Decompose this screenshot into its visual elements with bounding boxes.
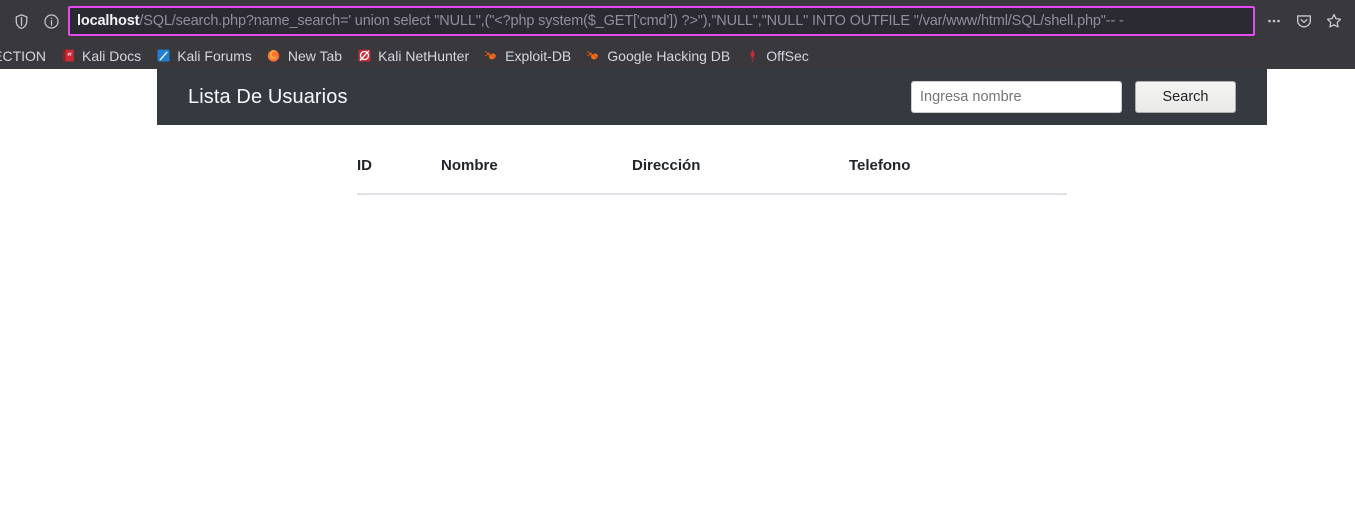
search-input[interactable] <box>911 81 1122 113</box>
shield-icon[interactable] <box>6 6 36 36</box>
column-header-id: ID <box>357 157 441 195</box>
bookmark-label: Exploit-DB <box>505 47 572 64</box>
bookmark-kali-docs[interactable]: Kali Docs <box>53 46 148 66</box>
app-navbar: Lista De Usuarios Search <box>157 69 1267 125</box>
kali-forums-icon <box>155 48 171 64</box>
exploit-db-bug-icon <box>483 48 499 64</box>
kali-docs-book-icon <box>60 48 76 64</box>
bookmark-exploit-db[interactable]: Exploit-DB <box>476 46 578 66</box>
ellipsis-icon[interactable] <box>1259 6 1289 36</box>
firefox-icon <box>266 48 282 64</box>
table-header-row: ID Nombre Dirección Telefono <box>357 157 1067 195</box>
bookmark-google-hacking-db[interactable]: Google Hacking DB <box>578 46 737 66</box>
bookmark-label: Kali Docs <box>82 47 142 64</box>
bookmark-offsec[interactable]: OffSec <box>737 46 816 66</box>
search-form: Search <box>911 81 1236 113</box>
browser-nav-toolbar: localhost/SQL/search.php?name_search=' u… <box>0 0 1355 42</box>
bookmark-label: New Tab <box>287 47 343 64</box>
info-circle-icon[interactable] <box>36 6 66 36</box>
url-bar[interactable]: localhost/SQL/search.php?name_search=' u… <box>68 6 1255 36</box>
users-table: ID Nombre Dirección Telefono <box>357 157 1067 195</box>
url-host: localhost <box>77 13 140 29</box>
bookmarks-toolbar: L INJECTION Kali Docs Kali Forums <box>0 42 1355 69</box>
offsec-dragon-icon <box>744 48 760 64</box>
browser-chrome: localhost/SQL/search.php?name_search=' u… <box>0 0 1355 69</box>
url-text: localhost/SQL/search.php?name_search=' u… <box>70 13 1124 29</box>
bookmark-kali-forums[interactable]: Kali Forums <box>148 46 259 66</box>
page-content: Lista De Usuarios Search ID Nombre Direc… <box>0 69 1355 514</box>
bookmark-label: Kali NetHunter <box>378 47 470 64</box>
bookmark-label: OffSec <box>766 47 809 64</box>
bookmark-label: Google Hacking DB <box>607 47 731 64</box>
kali-nethunter-icon <box>356 48 372 64</box>
bookmark-label: L INJECTION <box>0 47 47 64</box>
page-title: Lista De Usuarios <box>188 85 348 108</box>
bookmark-new-tab[interactable]: New Tab <box>259 46 349 66</box>
column-header-telefono: Telefono <box>849 157 1067 195</box>
star-icon[interactable] <box>1319 6 1349 36</box>
bookmark-label: Kali Forums <box>177 47 252 64</box>
exploit-db-bug-icon <box>585 48 601 64</box>
column-header-nombre: Nombre <box>441 157 632 195</box>
column-header-direccion: Dirección <box>632 157 849 195</box>
search-button[interactable]: Search <box>1135 81 1236 113</box>
bookmark-sql-injection[interactable]: L INJECTION <box>0 46 53 66</box>
url-path: /SQL/search.php?name_search=' union sele… <box>139 13 1124 29</box>
pocket-save-icon[interactable] <box>1289 6 1319 36</box>
bookmark-kali-nethunter[interactable]: Kali NetHunter <box>349 46 476 66</box>
